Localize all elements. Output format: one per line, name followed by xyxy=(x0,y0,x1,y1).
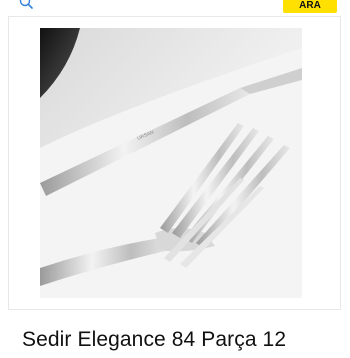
product-title[interactable]: Sedir Elegance 84 Parça 12 xyxy=(22,328,342,358)
search-input[interactable] xyxy=(40,0,280,12)
search-button[interactable]: ARA xyxy=(283,0,337,13)
search-bar: ARA xyxy=(0,0,350,14)
product-image[interactable]: URSAN xyxy=(40,28,302,298)
search-icon[interactable] xyxy=(18,0,34,11)
